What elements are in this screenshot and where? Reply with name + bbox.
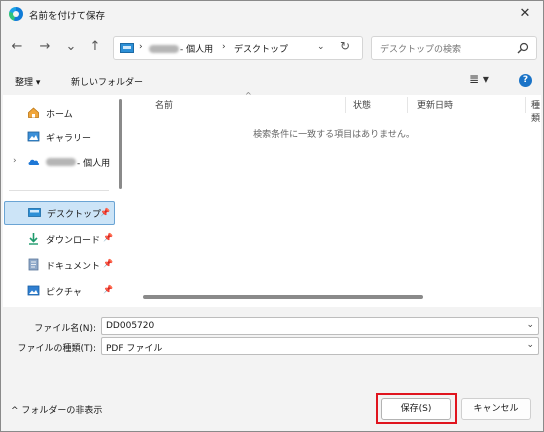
- column-header-status[interactable]: 状態: [353, 98, 371, 111]
- document-icon: [28, 258, 39, 271]
- filename-value: DD005720: [106, 321, 155, 331]
- forward-button[interactable]: →: [37, 39, 53, 55]
- cancel-button[interactable]: キャンセル: [461, 398, 531, 420]
- column-header-modified[interactable]: 更新日時: [417, 98, 453, 111]
- browser-area: ホーム ギャラリー › - 個人用 デスクトップ 📌 ダウンロード 📌 ドキュメ…: [3, 91, 541, 307]
- desktop-icon: [28, 208, 41, 217]
- breadcrumb-separator[interactable]: ›: [222, 42, 226, 52]
- pin-icon: 📌: [103, 233, 113, 242]
- filename-row: ファイル名(N): DD005720 ⌄: [1, 317, 543, 337]
- redacted-user-name: [149, 45, 179, 53]
- empty-message: 検索条件に一致する項目はありません。: [253, 130, 415, 140]
- file-list-pane: ^ 名前 状態 更新日時 種類 検索条件に一致する項目はありません。: [127, 91, 541, 307]
- sidebar-item-desktop[interactable]: デスクトップ 📌: [4, 201, 115, 225]
- sidebar-item-label: ホーム: [46, 110, 73, 120]
- redacted-user-name: [46, 158, 76, 166]
- hide-folders-button[interactable]: ^ フォルダーの非表示: [11, 403, 102, 416]
- command-bar: 整理 ▾ 新しいフォルダー ≣ ▾ ?: [1, 67, 543, 95]
- sidebar-item-pictures[interactable]: ピクチャ 📌: [3, 279, 117, 303]
- filename-label: ファイル名(N):: [34, 324, 96, 334]
- navigation-pane: ホーム ギャラリー › - 個人用 デスクトップ 📌 ダウンロード 📌 ドキュメ…: [3, 95, 127, 307]
- chevron-down-icon[interactable]: ⌄: [526, 340, 534, 350]
- sidebar-scroll-thumb[interactable]: [119, 99, 122, 189]
- sidebar-item-label: ピクチャ: [46, 288, 82, 298]
- pin-icon: 📌: [100, 208, 110, 217]
- home-icon: [28, 107, 39, 118]
- sidebar-item-gallery[interactable]: ギャラリー: [3, 125, 117, 149]
- pin-icon: 📌: [103, 259, 113, 268]
- breadcrumb-user[interactable]: - 個人用: [180, 42, 213, 55]
- organize-button[interactable]: 整理 ▾: [15, 75, 40, 88]
- save-as-dialog: 名前を付けて保存 ✕ ← → ⌄ ↑ › - 個人用 › デスクトップ ⌄ ↻ …: [0, 0, 544, 432]
- window-title: 名前を付けて保存: [29, 11, 106, 22]
- breadcrumb-separator[interactable]: ›: [139, 42, 143, 52]
- chevron-down-icon[interactable]: ⌄: [526, 320, 534, 330]
- filetype-value: PDF ファイル: [106, 344, 163, 354]
- sidebar-item-label: ダウンロード: [46, 236, 101, 246]
- sidebar-item-label: - 個人用: [77, 159, 111, 169]
- edge-app-icon: [9, 7, 23, 21]
- download-icon: [29, 233, 38, 245]
- up-button[interactable]: ↑: [87, 39, 103, 55]
- horizontal-scrollbar[interactable]: [143, 295, 423, 299]
- sidebar-item-documents[interactable]: ドキュメント 📌: [3, 253, 117, 277]
- filetype-select[interactable]: PDF ファイル ⌄: [101, 337, 539, 355]
- help-icon[interactable]: ?: [519, 74, 532, 87]
- expand-chevron-icon[interactable]: ›: [13, 156, 17, 166]
- gallery-icon: [27, 131, 40, 142]
- sidebar-item-home[interactable]: ホーム: [3, 101, 117, 125]
- search-box[interactable]: デスクトップの検索: [371, 36, 537, 60]
- search-placeholder: デスクトップの検索: [380, 45, 462, 55]
- sidebar-item-label: ギャラリー: [46, 134, 92, 144]
- filename-input[interactable]: DD005720 ⌄: [101, 317, 539, 335]
- column-divider[interactable]: [345, 97, 346, 113]
- sort-ascending-icon: ^: [245, 91, 252, 100]
- dialog-footer: ^ フォルダーの非表示 保存(S) キャンセル: [1, 387, 543, 431]
- filetype-label: ファイルの種類(T):: [17, 344, 96, 354]
- column-divider[interactable]: [407, 97, 408, 113]
- view-options-button[interactable]: ≣ ▾: [469, 72, 489, 86]
- search-icon[interactable]: [516, 41, 530, 55]
- recent-locations-button[interactable]: ⌄: [63, 39, 79, 55]
- pictures-icon: [27, 285, 40, 296]
- sidebar-item-downloads[interactable]: ダウンロード 📌: [3, 227, 117, 251]
- close-button[interactable]: ✕: [516, 5, 534, 23]
- column-header-type[interactable]: 種類: [531, 98, 541, 124]
- breadcrumb-desktop[interactable]: デスクトップ: [234, 42, 288, 55]
- sidebar-scrollbar[interactable]: [119, 97, 123, 303]
- sidebar-divider: [9, 190, 109, 191]
- sidebar-item-label: デスクトップ: [47, 210, 102, 220]
- sidebar-item-onedrive[interactable]: › - 個人用: [3, 150, 117, 174]
- back-button[interactable]: ←: [9, 39, 25, 55]
- address-bar[interactable]: › - 個人用 › デスクトップ ⌄: [113, 36, 363, 60]
- column-divider[interactable]: [525, 97, 526, 113]
- column-header-name[interactable]: 名前: [155, 98, 173, 111]
- title-bar: 名前を付けて保存 ✕: [1, 1, 543, 27]
- refresh-icon[interactable]: ↻: [340, 39, 350, 53]
- save-highlight-box: [376, 393, 457, 424]
- onedrive-cloud-icon: [28, 159, 40, 165]
- new-folder-button[interactable]: 新しいフォルダー: [71, 75, 143, 88]
- pin-icon: 📌: [103, 285, 113, 294]
- desktop-folder-icon: [120, 43, 134, 53]
- filetype-row: ファイルの種類(T): PDF ファイル ⌄: [1, 337, 543, 357]
- address-dropdown-icon[interactable]: ⌄: [317, 42, 325, 52]
- sidebar-item-label: ドキュメント: [46, 262, 101, 272]
